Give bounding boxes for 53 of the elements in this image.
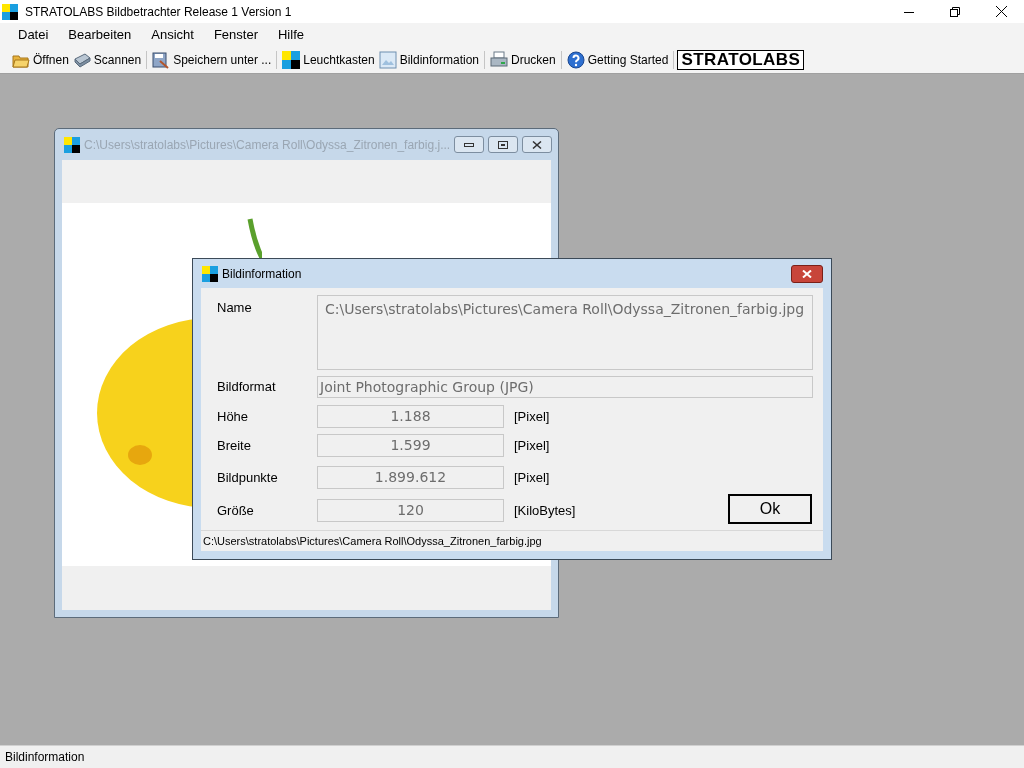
ok-button[interactable]: Ok [728,494,812,524]
menu-item[interactable]: Datei [8,23,59,47]
brand-logo: STRATOLABS [677,50,805,70]
app-logo-icon [282,51,301,69]
value-field[interactable]: 120 [317,499,504,522]
field-label: Bildpunkte [217,468,279,487]
dialog-status-text: C:\Users\stratolabs\Pictures\Camera Roll\Odyssa_Zitronen_farbig.jpg [203,533,542,549]
close-icon [802,269,812,278]
value-field[interactable]: 1.599 [317,434,504,457]
value-field[interactable]: 1.188 [317,405,504,428]
toolbar-button[interactable]: Scannen [70,48,144,72]
toolbar-button[interactable]: Bildinformation [376,48,481,72]
format-field[interactable]: Joint Photographic Group (JPG) [317,376,813,398]
restore-button[interactable] [488,136,519,153]
menu-item[interactable]: Fenster [203,23,268,47]
image-icon [378,51,397,69]
menu-item[interactable]: Ansicht [141,23,204,47]
value-field[interactable]: 1.899.612 [317,466,504,489]
app-logo-icon [2,3,18,20]
restore-icon [950,6,960,17]
field-label: Name [217,299,253,317]
dialog-title: Bildinformation [222,265,302,283]
help-icon [566,51,585,69]
unit-label: [Pixel] [514,436,550,455]
minimize-button[interactable] [454,136,485,153]
field-label: Höhe [217,407,250,426]
close-button[interactable] [791,264,823,283]
window-title: STRATOLABS Bildbetrachter Release 1 Version 1 [25,3,292,21]
status-text: Bildinformation [5,749,85,766]
field-label: Bildformat [217,378,277,397]
app-logo-icon [64,136,80,153]
unit-label: [Pixel] [514,468,550,487]
app-logo-icon [202,265,218,282]
printer-icon [490,51,508,69]
menu-item[interactable]: Bearbeiten [58,23,142,47]
close-icon [995,6,1007,17]
name-field[interactable]: C:\Users\stratolabs\Pictures\Camera Roll\Odyssa_Zitronen_farbig.jpg [317,295,813,370]
close-button[interactable] [522,136,553,153]
unit-label: [Pixel] [514,407,550,426]
field-label: Größe [217,501,255,520]
toolbar-button[interactable]: Getting Started [564,48,671,72]
toolbar-button[interactable]: Leuchtkasten [280,48,377,72]
field-label: Breite [217,436,252,455]
unit-label: [KiloBytes] [514,501,576,520]
minimize-icon [464,142,475,147]
menu-item[interactable]: Hilfe [267,23,314,47]
toolbar-button[interactable]: Drucken [488,48,558,72]
toolbar-button[interactable]: Speichern unter ... [150,48,274,72]
close-icon [532,140,543,149]
scanner-icon [72,51,91,69]
toolbar-button[interactable]: Öffnen [10,48,71,72]
save-icon [152,51,171,69]
restore-icon [498,140,509,149]
